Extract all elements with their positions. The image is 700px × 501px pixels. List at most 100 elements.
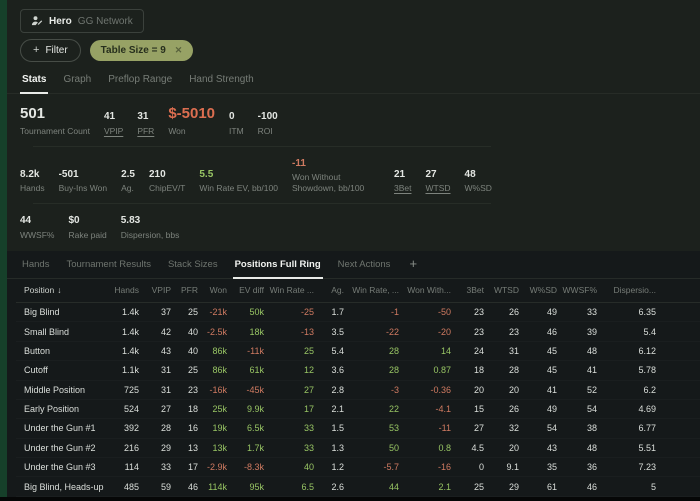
tab-stats[interactable]: Stats	[20, 68, 49, 94]
stat-label: Win Rate EV, bb/100	[199, 183, 278, 194]
column-header-win-rate[interactable]: Win Rate ...	[266, 285, 316, 295]
stat-cell: 31	[160, 365, 171, 376]
stat-cell: 61	[546, 481, 557, 492]
filter-chip-table-size[interactable]: Table Size = 9 ✕	[89, 40, 194, 61]
column-header-wtsd[interactable]: WTSD	[486, 285, 521, 295]
stat-cell: 9.1	[506, 462, 519, 473]
report-tab-hands[interactable]: Hands	[20, 251, 51, 279]
tab-preflop-range[interactable]: Preflop Range	[106, 68, 174, 94]
column-header-win-rate[interactable]: Win Rate, ...	[346, 285, 401, 295]
column-header-ev-diff[interactable]: EV diff	[229, 285, 266, 295]
report-tab-positions-full-ring[interactable]: Positions Full Ring	[232, 251, 323, 279]
stat-cell: 45	[546, 345, 557, 356]
table-row-big-blind[interactable]: Big Blind 1.4k 37 25 -21k 50k -25 1.7 -1 -50 23 26 4…	[16, 303, 700, 322]
player-name: Hero	[49, 15, 72, 27]
stat-cell: 38	[586, 423, 597, 434]
bottom-edge-strip	[0, 497, 700, 501]
stat-cell: 37	[160, 307, 171, 318]
stat-cell: 2.1	[331, 404, 344, 415]
position-cell: Under the Gun #1	[24, 423, 96, 434]
column-header-position[interactable]: Position ↓	[16, 285, 108, 295]
stat-label: Won	[168, 125, 186, 136]
stats-row-2: 8.2k Hands -501 Buy-Ins Won 2.5 Ag. 210 ChipEV/…	[20, 158, 700, 195]
stat-cell: 26	[508, 307, 519, 318]
stat-cell: 23	[473, 307, 484, 318]
stat-cell: 46	[546, 326, 557, 337]
table-row-big-blind-heads-up[interactable]: Big Blind, Heads-up 485 59 46 114k 95k 6.5 2.6 4…	[16, 477, 700, 496]
stat-cell: 25	[473, 481, 484, 492]
column-header-dispersio[interactable]: Dispersio...	[599, 285, 658, 295]
sort-descending-icon: ↓	[57, 285, 62, 296]
stat-cell: 5.78	[638, 365, 656, 376]
report-tabs: Hands Tournament Results Stack Sizes Positi…	[7, 251, 700, 279]
stat-cell: -0.36	[430, 384, 451, 395]
stat-cell: 18	[187, 404, 198, 415]
stat-value: $-5010	[168, 105, 216, 122]
stat-cell: 41	[586, 365, 597, 376]
stat-cell: 17	[187, 462, 198, 473]
column-header-pfr[interactable]: PFR	[173, 285, 200, 295]
stat-cell: 19k	[212, 423, 227, 434]
table-row-early-position[interactable]: Early Position 524 27 18 25k 9.9k 17 2.1 22 -4.1 1…	[16, 400, 700, 419]
table-row-small-blind[interactable]: Small Blind 1.4k 42 40 -2.5k 18k -13 3.5 -22 -20 2…	[16, 322, 700, 341]
stat-cell: 0.8	[438, 442, 451, 453]
stat-value: 27	[425, 168, 437, 180]
column-header-won-with[interactable]: Won With...	[401, 285, 453, 295]
stat-cell: 14	[440, 345, 451, 356]
stat-label[interactable]: PFR	[137, 126, 154, 137]
stat-cell: 6.5k	[246, 423, 264, 434]
add-report-tab-button[interactable]: +	[405, 252, 421, 277]
column-header-won[interactable]: Won	[200, 285, 229, 295]
stat-label[interactable]: WTSD	[425, 183, 450, 194]
table-row-button[interactable]: Button 1.4k 43 40 86k -11k 25 5.4 28 14 24 31 45 48 6.…	[16, 342, 700, 361]
stat-cell: 35	[546, 462, 557, 473]
table-row-cutoff[interactable]: Cutoff 1.1k 31 25 86k 61k 12 3.6 28 0.87 18 28 45 41 5…	[16, 361, 700, 380]
stat-cell: 86k	[212, 345, 227, 356]
column-header-3bet[interactable]: 3Bet	[453, 285, 486, 295]
filter-chip-label: Table Size = 9	[100, 45, 166, 56]
stat-cell: 1.4k	[121, 307, 139, 318]
report-section: Hands Tournament Results Stack Sizes Positi…	[7, 250, 700, 501]
stat-cell: 524	[123, 404, 139, 415]
stat-cell: 1.1k	[121, 365, 139, 376]
stat-hands: 8.2k Hands	[20, 169, 45, 195]
stat-cell: 29	[508, 481, 519, 492]
stat-cell: -1	[390, 307, 399, 318]
report-tab-next-actions[interactable]: Next Actions	[336, 251, 393, 279]
table-row-under-the-gun-1[interactable]: Under the Gun #1 392 28 16 19k 6.5k 33 1.5 53 -11…	[16, 419, 700, 438]
stat-value: -501	[58, 168, 79, 180]
stat-value: 5.5	[199, 168, 214, 180]
column-header-w-sd[interactable]: W%SD	[521, 285, 559, 295]
stat-cell: 18	[473, 365, 484, 376]
stat-cell: -11k	[247, 345, 264, 356]
player-selector[interactable]: Hero GG Network	[20, 9, 144, 33]
stat-label[interactable]: 3Bet	[394, 183, 412, 194]
report-tab-stack-sizes[interactable]: Stack Sizes	[166, 251, 220, 279]
stat-value: 2.5	[121, 168, 135, 180]
app-root: Hero GG Network + Filter Table Size = 9 …	[0, 0, 700, 501]
tab-hand-strength[interactable]: Hand Strength	[187, 68, 256, 94]
table-row-under-the-gun-3[interactable]: Under the Gun #3 114 33 17 -2.9k -8.3k 40 1.2 -5…	[16, 458, 700, 477]
stat-value: 44	[20, 215, 32, 227]
column-header-wwsf[interactable]: WWSF%	[559, 285, 599, 295]
stat-label: Rake paid	[68, 229, 107, 240]
report-tab-tournament-results[interactable]: Tournament Results	[64, 251, 152, 279]
tab-graph[interactable]: Graph	[61, 68, 93, 94]
add-filter-button[interactable]: + Filter	[20, 39, 81, 62]
stat-cell: 28	[388, 345, 399, 356]
column-header-ag[interactable]: Ag.	[316, 285, 346, 295]
stat-cell: 46	[187, 481, 198, 492]
stat-cell: 49	[546, 307, 557, 318]
position-cell: Button	[24, 345, 51, 356]
stat-cell: 17	[303, 404, 314, 415]
stat-cell: 114k	[208, 481, 227, 492]
stat-label[interactable]: VPIP	[104, 126, 123, 137]
column-header-hands[interactable]: Hands	[108, 285, 141, 295]
stats-divider	[33, 203, 491, 205]
stat-cell: 1.4k	[121, 326, 139, 337]
stat-cell: -8.3k	[243, 462, 264, 473]
table-row-under-the-gun-2[interactable]: Under the Gun #2 216 29 13 13k 1.7k 33 1.3 50 0.8…	[16, 439, 700, 458]
table-row-middle-position[interactable]: Middle Position 725 31 23 -16k -45k 27 2.8 -3 -0.…	[16, 381, 700, 400]
column-header-vpip[interactable]: VPIP	[141, 285, 173, 295]
chip-close-icon[interactable]: ✕	[175, 46, 183, 55]
